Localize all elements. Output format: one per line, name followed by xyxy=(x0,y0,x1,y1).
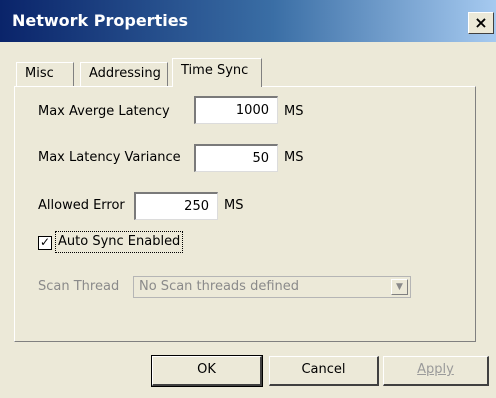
tab-label: Time Sync xyxy=(181,63,249,78)
allowed-error-unit: MS xyxy=(224,198,244,213)
tab-addressing[interactable]: Addressing xyxy=(80,62,168,86)
cancel-button[interactable]: Cancel xyxy=(269,356,379,386)
cancel-label: Cancel xyxy=(301,362,346,377)
time-sync-panel xyxy=(14,86,476,342)
tab-misc[interactable]: Misc xyxy=(16,62,74,86)
max-average-latency-input[interactable]: 1000 xyxy=(194,96,278,124)
max-average-latency-label: Max Averge Latency xyxy=(38,104,170,119)
auto-sync-checkbox[interactable]: ✓ xyxy=(38,236,52,250)
auto-sync-label[interactable]: Auto Sync Enabled xyxy=(54,231,184,253)
max-latency-variance-input[interactable]: 50 xyxy=(194,144,278,172)
max-latency-variance-label: Max Latency Variance xyxy=(38,150,181,165)
allowed-error-input[interactable]: 250 xyxy=(134,192,218,220)
ok-button[interactable]: OK xyxy=(151,355,263,387)
max-latency-variance-unit: MS xyxy=(284,150,304,165)
apply-label: Apply xyxy=(417,362,454,377)
title-bar[interactable]: Network Properties × xyxy=(0,0,496,42)
checkmark-icon: ✓ xyxy=(39,235,51,249)
chevron-down-icon: ▼ xyxy=(396,282,403,292)
tab-time-sync[interactable]: Time Sync xyxy=(172,58,262,87)
close-icon: × xyxy=(474,13,488,32)
window-title: Network Properties xyxy=(12,11,189,30)
dropdown-arrow-icon[interactable]: ▼ xyxy=(391,279,408,295)
tab-label: Addressing xyxy=(89,66,161,81)
ok-label: OK xyxy=(197,362,216,377)
scan-thread-label: Scan Thread xyxy=(38,279,120,294)
scan-thread-select[interactable]: No Scan threads defined ▼ xyxy=(133,276,411,298)
scan-thread-value: No Scan threads defined xyxy=(139,279,299,294)
max-average-latency-unit: MS xyxy=(284,104,304,119)
allowed-error-label: Allowed Error xyxy=(38,198,125,213)
apply-button[interactable]: Apply xyxy=(383,356,489,386)
tab-label: Misc xyxy=(25,66,54,81)
close-button[interactable]: × xyxy=(468,12,494,34)
